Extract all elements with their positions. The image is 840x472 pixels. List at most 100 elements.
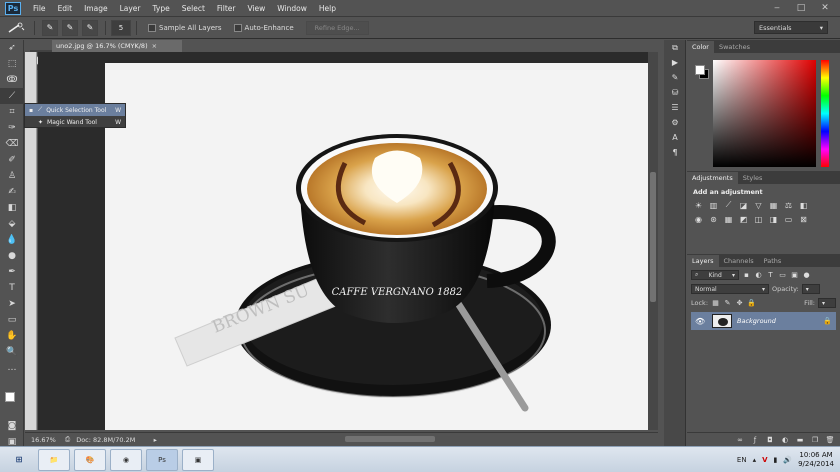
subtract-from-selection-button[interactable]: ✎: [82, 19, 98, 36]
menu-file[interactable]: File: [27, 4, 52, 13]
character-icon[interactable]: A: [664, 130, 686, 145]
adjustment-layer-icon[interactable]: ◐: [781, 436, 789, 444]
lock-transparency-icon[interactable]: ▦: [711, 299, 720, 308]
horizontal-scrollbar-thumb[interactable]: [345, 436, 435, 442]
zoom-level[interactable]: 16.67%: [25, 436, 65, 444]
status-menu-arrow-icon[interactable]: ▸: [145, 436, 165, 444]
menu-select[interactable]: Select: [176, 4, 211, 13]
gradient-map-icon[interactable]: ▭: [783, 214, 794, 224]
path-selection-tool[interactable]: ➤: [0, 296, 24, 312]
network-icon[interactable]: ▮: [774, 456, 778, 464]
photo-filter-icon[interactable]: ◉: [693, 214, 704, 224]
new-layer-icon[interactable]: ❐: [811, 436, 819, 444]
menu-image[interactable]: Image: [78, 4, 114, 13]
taskbar-chrome[interactable]: ◉: [110, 448, 142, 471]
tool-presets-icon[interactable]: ⚙: [664, 115, 686, 130]
selective-color-icon[interactable]: ⊠: [798, 214, 809, 224]
invert-icon[interactable]: ◩: [738, 214, 749, 224]
posterize-icon[interactable]: ◫: [753, 214, 764, 224]
zoom-tool[interactable]: 🔍: [0, 344, 24, 360]
exposure-icon[interactable]: ◪: [738, 200, 749, 210]
workspace-switcher[interactable]: Essentials ▾: [754, 21, 828, 34]
start-button[interactable]: ⊞: [2, 449, 36, 471]
type-tool[interactable]: T: [0, 280, 24, 296]
actions-icon[interactable]: ▶: [664, 55, 686, 70]
taskbar-file-explorer[interactable]: 📁: [38, 448, 70, 471]
tool-preset-picker[interactable]: [3, 20, 29, 36]
vertical-scrollbar[interactable]: [648, 52, 658, 430]
levels-icon[interactable]: ▥: [708, 200, 719, 210]
color-lookup-icon[interactable]: ▦: [723, 214, 734, 224]
foreground-color-swatch[interactable]: [5, 392, 15, 402]
taskbar-app-5[interactable]: ▣: [182, 448, 214, 471]
brightness-icon[interactable]: ☀: [693, 200, 704, 210]
paragraph-icon[interactable]: ¶: [664, 145, 686, 160]
history-brush-tool[interactable]: ✍: [0, 184, 24, 200]
antivirus-icon[interactable]: V: [762, 456, 767, 464]
taskbar-paint[interactable]: 🎨: [74, 448, 106, 471]
folder-icon[interactable]: ▬: [796, 436, 804, 444]
tab-color[interactable]: Color: [687, 41, 714, 53]
menu-window[interactable]: Window: [271, 4, 313, 13]
tab-styles[interactable]: Styles: [738, 172, 768, 184]
color-picker-field[interactable]: [713, 60, 816, 167]
curves-icon[interactable]: ⟋: [723, 200, 734, 210]
menu-filter[interactable]: Filter: [211, 4, 242, 13]
flyout-magic-wand-tool[interactable]: ✦ Magic Wand Tool W: [25, 116, 125, 128]
tab-swatches[interactable]: Swatches: [714, 41, 755, 53]
refine-edge-button[interactable]: Refine Edge...: [305, 20, 369, 35]
fill-field[interactable]: ▾: [818, 298, 836, 308]
filter-type-icon[interactable]: T: [766, 271, 775, 280]
filter-smart-icon[interactable]: ▣: [790, 271, 799, 280]
brush-size-picker[interactable]: 5: [111, 19, 131, 36]
language-indicator[interactable]: EN: [737, 456, 747, 464]
opacity-field[interactable]: ▾: [801, 284, 820, 294]
filter-pixel-icon[interactable]: ▪: [742, 271, 751, 280]
blur-tool[interactable]: 💧: [0, 232, 24, 248]
lock-pixels-icon[interactable]: ✎: [723, 299, 732, 308]
clock[interactable]: 10:06 AM 9/24/2014: [798, 451, 834, 469]
hand-tool[interactable]: ✋: [0, 328, 24, 344]
tab-layers[interactable]: Layers: [687, 255, 719, 267]
tool-more[interactable]: …: [0, 360, 24, 376]
filter-shape-icon[interactable]: ▭: [778, 271, 787, 280]
minimize-button[interactable]: ‒: [770, 3, 784, 13]
threshold-icon[interactable]: ◨: [768, 214, 779, 224]
eye-icon[interactable]: 👁: [695, 317, 707, 326]
properties-icon[interactable]: ☰: [664, 100, 686, 115]
auto-enhance-checkbox[interactable]: Auto-Enhance: [233, 23, 294, 32]
maximize-button[interactable]: □: [794, 3, 808, 13]
marquee-tool[interactable]: ⬚: [0, 56, 24, 72]
flyout-quick-selection-tool[interactable]: ▪ ⟋ Quick Selection Tool W: [25, 104, 125, 116]
layer-row-background[interactable]: 👁 Background 🔒: [691, 312, 836, 330]
tab-paths[interactable]: Paths: [759, 255, 787, 267]
tab-channels[interactable]: Channels: [719, 255, 759, 267]
tray-expand-icon[interactable]: ▴: [753, 456, 757, 464]
lasso-tool[interactable]: ↂ: [0, 72, 24, 88]
volume-icon[interactable]: 🔊: [783, 456, 792, 464]
channel-mixer-icon[interactable]: ⊛: [708, 214, 719, 224]
brush-tool[interactable]: ✐: [0, 152, 24, 168]
eraser-tool[interactable]: ◧: [0, 200, 24, 216]
close-button[interactable]: ✕: [818, 3, 832, 13]
checkbox-box[interactable]: [148, 23, 156, 32]
new-selection-button[interactable]: ✎: [42, 19, 58, 36]
quick-mask-button[interactable]: ◙: [0, 418, 24, 434]
close-tab-icon[interactable]: ×: [152, 42, 157, 50]
link-icon[interactable]: ∞: [736, 436, 744, 444]
add-to-selection-button[interactable]: ✎: [62, 19, 78, 36]
color-balance-icon[interactable]: ⚖: [783, 200, 794, 210]
menu-type[interactable]: Type: [147, 4, 176, 13]
menu-help[interactable]: Help: [313, 4, 342, 13]
hue-slider[interactable]: [821, 60, 829, 167]
trash-icon[interactable]: 🗑: [826, 436, 835, 444]
taskbar-photoshop[interactable]: Ps: [146, 448, 178, 471]
layer-kind-filter[interactable]: ⌕ Kind ▾: [691, 270, 739, 280]
tab-adjustments[interactable]: Adjustments: [687, 172, 738, 184]
black-white-icon[interactable]: ◧: [798, 200, 809, 210]
panel-fg-bg-swatches[interactable]: [695, 65, 709, 79]
fx-icon[interactable]: ƒ: [751, 436, 759, 444]
mask-icon[interactable]: ◘: [766, 436, 774, 444]
paint-bucket-tool[interactable]: ⬙: [0, 216, 24, 232]
document-image[interactable]: BROWN SU CAFFE VERGNANO 1882: [105, 63, 648, 430]
